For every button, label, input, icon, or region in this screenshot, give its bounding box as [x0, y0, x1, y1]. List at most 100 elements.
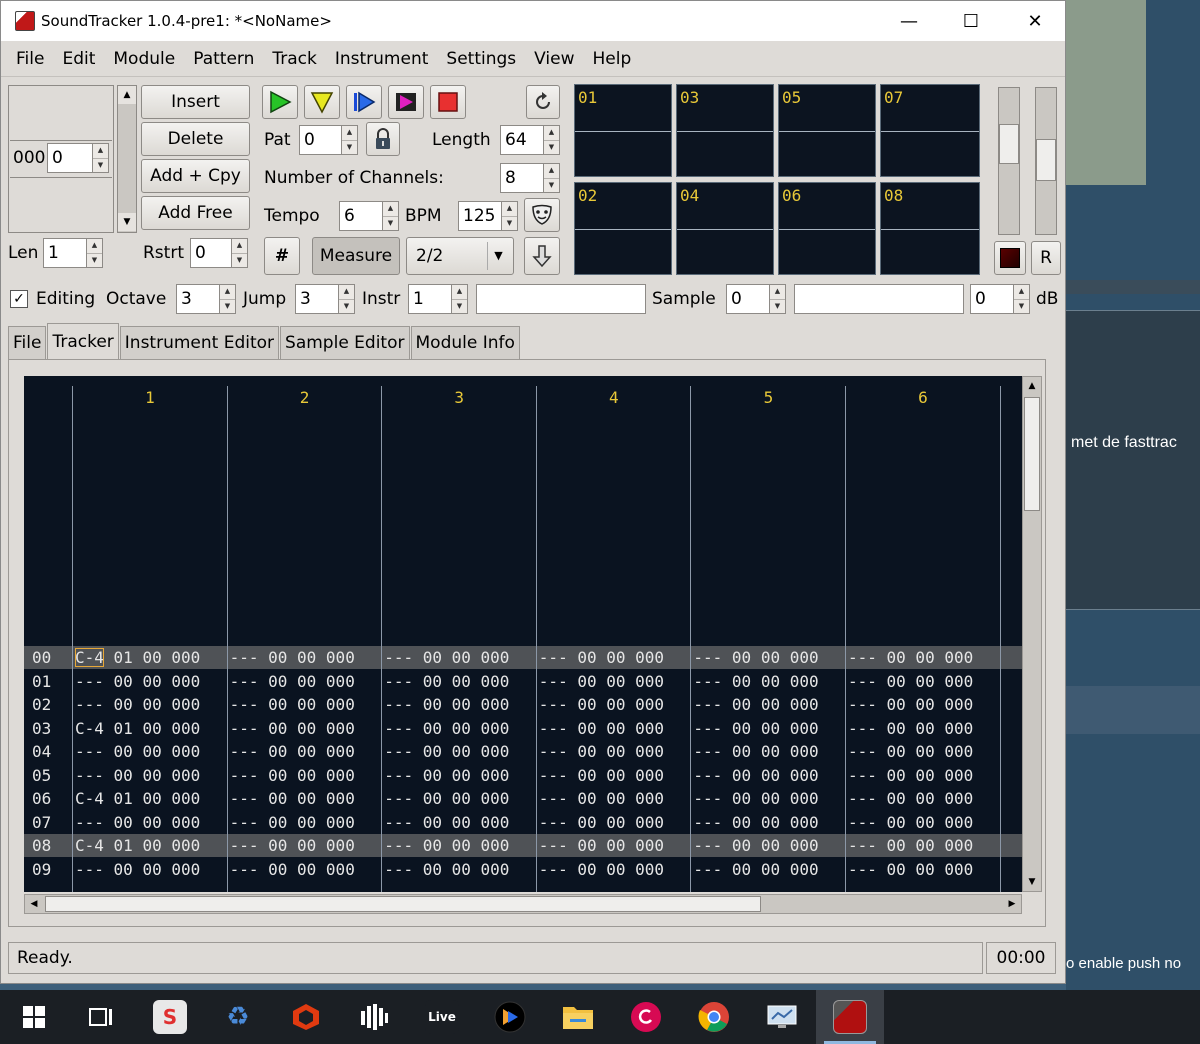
note-value[interactable]: --- [75, 695, 104, 714]
record-button[interactable] [994, 241, 1026, 275]
pattern-row[interactable]: 01 --- 00 00 000 --- 00 00 000 --- 00 00 00… [24, 670, 1022, 693]
taskbar-chrome[interactable] [680, 990, 748, 1044]
add-free-button[interactable]: Add Free [141, 196, 250, 230]
note-cell[interactable]: --- 00 00 000 [230, 858, 355, 881]
play-block-button[interactable] [388, 85, 424, 119]
note-cell[interactable]: --- 00 00 000 [693, 646, 818, 669]
note-cell[interactable]: --- 00 00 000 [539, 717, 664, 740]
taskbar-remote-desktop[interactable] [748, 990, 816, 1044]
note-cell[interactable]: --- 00 00 000 [230, 670, 355, 693]
menu-view[interactable]: View [525, 49, 583, 69]
tab-sample-editor[interactable]: Sample Editor [280, 326, 410, 359]
tracker-grid[interactable]: 1 2 3 4 5 6 00 C-4 01 00 000 --- 00 00 000 --- 00… [24, 376, 1022, 892]
instrument-name-input[interactable] [476, 284, 646, 314]
scope-channel[interactable]: 04 [676, 182, 774, 275]
pattern-row[interactable]: 09 --- 00 00 000 --- 00 00 000 --- 00 00 00… [24, 858, 1022, 881]
spin-up-icon[interactable]: ▲ [342, 126, 357, 140]
tempo-spinner[interactable]: 6 ▲ ▼ [339, 201, 399, 231]
note-cell[interactable]: --- 00 00 000 [230, 717, 355, 740]
spin-down-icon[interactable]: ▼ [339, 298, 354, 314]
channel-header[interactable]: 6 [846, 388, 1000, 407]
order-pattern-spinner[interactable]: 0 ▲ ▼ [47, 143, 109, 173]
tab-tracker[interactable]: Tracker [47, 323, 119, 359]
spin-down-icon[interactable]: ▼ [220, 298, 235, 314]
taskbar-start[interactable] [0, 990, 68, 1044]
measure-button[interactable]: Measure [312, 237, 400, 275]
note-cell[interactable]: --- 00 00 000 [693, 811, 818, 834]
note-cell[interactable]: --- 00 00 000 [75, 858, 200, 881]
taskbar-live-app[interactable]: Live [408, 990, 476, 1044]
scope-channel[interactable]: 05 [778, 84, 876, 177]
note-cell[interactable]: --- 00 00 000 [539, 787, 664, 810]
horizontal-scroll-thumb[interactable] [45, 896, 761, 912]
note-cell[interactable]: C-4 01 00 000 [75, 834, 200, 857]
note-cell[interactable]: --- 00 00 000 [230, 693, 355, 716]
step-down-button[interactable] [524, 237, 560, 275]
spin-down-icon[interactable]: ▼ [93, 157, 108, 173]
note-cell[interactable]: --- 00 00 000 [848, 764, 973, 787]
volume-slider-handle[interactable] [999, 124, 1019, 164]
scroll-right-icon[interactable]: ▶ [1003, 895, 1021, 913]
note-value[interactable]: C-4 [75, 648, 104, 667]
spin-up-icon[interactable]: ▲ [232, 239, 247, 253]
menu-settings[interactable]: Settings [437, 49, 525, 69]
scroll-up-icon[interactable]: ▲ [118, 86, 136, 104]
note-cell[interactable]: --- 00 00 000 [693, 787, 818, 810]
add-copy-button[interactable]: Add + Cpy [141, 159, 250, 193]
note-cell[interactable]: --- 00 00 000 [693, 670, 818, 693]
note-cell[interactable]: --- 00 00 000 [693, 834, 818, 857]
tracker-vertical-scrollbar[interactable]: ▲ ▼ [1022, 376, 1042, 892]
note-cell[interactable]: --- 00 00 000 [539, 858, 664, 881]
note-cell[interactable]: --- 00 00 000 [848, 646, 973, 669]
menu-file[interactable]: File [7, 49, 53, 69]
len-spinner[interactable]: 1 ▲ ▼ [43, 238, 103, 268]
jump-spinner[interactable]: 3 ▲ ▼ [295, 284, 355, 314]
note-value[interactable]: C-4 [75, 789, 104, 808]
taskbar-debian-app[interactable] [612, 990, 680, 1044]
note-cell[interactable]: --- 00 00 000 [539, 740, 664, 763]
note-cell[interactable]: --- 00 00 000 [230, 740, 355, 763]
taskbar-recycle-app[interactable]: ♻ [204, 990, 272, 1044]
tracker-horizontal-scrollbar[interactable]: ◀ ▶ [24, 894, 1022, 914]
note-cell[interactable]: --- 00 00 000 [384, 693, 509, 716]
measure-dropdown[interactable]: 2/2 ▼ [406, 237, 514, 275]
length-spinner[interactable]: 64 ▲ ▼ [500, 125, 560, 155]
note-cell[interactable]: --- 00 00 000 [384, 646, 509, 669]
note-cell[interactable]: --- 00 00 000 [230, 811, 355, 834]
note-value[interactable]: C-4 [75, 719, 104, 738]
spin-up-icon[interactable]: ▲ [93, 144, 108, 158]
pattern-row[interactable]: 04 --- 00 00 000 --- 00 00 000 --- 00 00 00… [24, 740, 1022, 763]
note-cell[interactable]: --- 00 00 000 [539, 693, 664, 716]
pitch-slider-handle[interactable] [1036, 139, 1056, 181]
spin-up-icon[interactable]: ▲ [544, 126, 559, 140]
note-cell[interactable]: --- 00 00 000 [539, 764, 664, 787]
note-cell[interactable]: C-4 01 00 000 [75, 717, 200, 740]
note-cell[interactable]: --- 00 00 000 [230, 764, 355, 787]
note-cell[interactable]: --- 00 00 000 [693, 740, 818, 763]
menu-track[interactable]: Track [263, 49, 325, 69]
editing-checkbox[interactable]: ✓ [10, 290, 28, 308]
note-cell[interactable]: --- 00 00 000 [230, 787, 355, 810]
note-cell[interactable]: --- 00 00 000 [693, 764, 818, 787]
note-cell[interactable]: C-4 01 00 000 [75, 646, 200, 669]
db-spinner[interactable]: 0 ▲ ▼ [970, 284, 1030, 314]
menu-instrument[interactable]: Instrument [326, 49, 438, 69]
sample-spinner[interactable]: 0 ▲ ▼ [726, 284, 786, 314]
channel-header[interactable]: 2 [228, 388, 382, 407]
pattern-row[interactable]: 07 --- 00 00 000 --- 00 00 000 --- 00 00 00… [24, 811, 1022, 834]
note-cell[interactable]: --- 00 00 000 [848, 811, 973, 834]
note-cell[interactable]: --- 00 00 000 [693, 858, 818, 881]
pat-spinner[interactable]: 0 ▲ ▼ [299, 125, 358, 155]
note-value[interactable]: --- [75, 742, 104, 761]
rstrt-spinner[interactable]: 0 ▲ ▼ [190, 238, 248, 268]
spin-down-icon[interactable]: ▼ [342, 139, 357, 155]
scroll-left-icon[interactable]: ◀ [25, 895, 43, 913]
reset-button[interactable]: R [1031, 241, 1061, 275]
scope-channel[interactable]: 01 [574, 84, 672, 177]
spin-up-icon[interactable]: ▲ [87, 239, 102, 253]
menu-help[interactable]: Help [583, 49, 640, 69]
pattern-row[interactable]: 03 C-4 01 00 000 --- 00 00 000 --- 00 00 00… [24, 717, 1022, 740]
note-value[interactable]: --- [75, 672, 104, 691]
pattern-row[interactable]: 05 --- 00 00 000 --- 00 00 000 --- 00 00 00… [24, 764, 1022, 787]
note-cell[interactable]: --- 00 00 000 [384, 834, 509, 857]
